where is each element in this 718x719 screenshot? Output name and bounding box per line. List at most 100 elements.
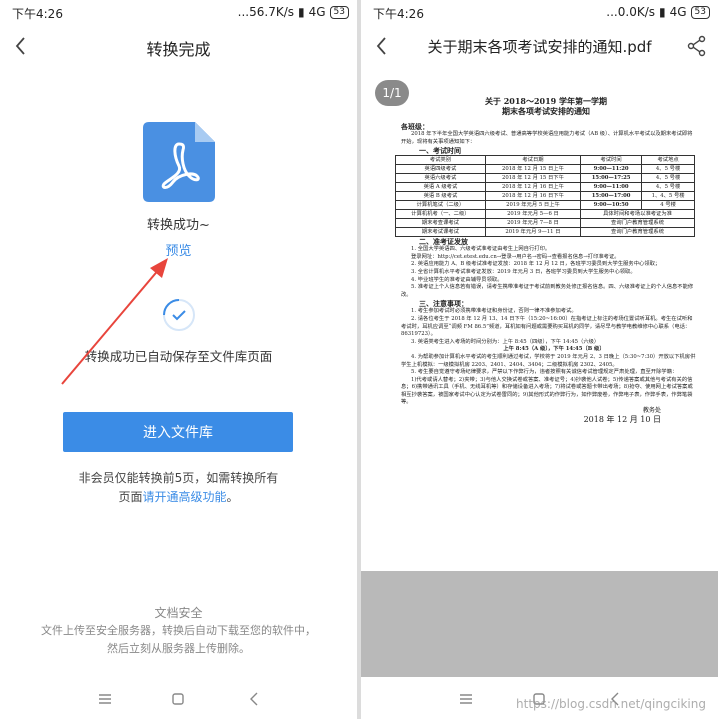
menu-icon[interactable] [456,689,476,709]
doc-paragraph: 3. 全省计算机水平考试准考证发放：2019 年元月 3 日，各班学习委员到大学… [411,268,636,275]
table-header: 考试日期 [484,155,582,166]
network-speed: ...0.0K/s [606,5,655,19]
table-cell: 2019 年元月 7—8 日 [484,218,582,229]
table-cell: 计算机机考（一、二级） [395,209,486,220]
status-time: 下午4:26 [373,7,424,21]
security-line2: 然后立刻从服务器上传删除。 [107,642,250,655]
table-cell: 具体时间和考场以准考证为准 [580,209,695,220]
pdf-viewer-screen: 下午4:26 ...0.0K/s ▮ 4G 53 关于期末各项考试安排的通知.p… [361,0,718,719]
member-notice-line2: 页面请开通高级功能。 [30,488,327,507]
doc-paragraph: 上午 8:45（A 级），下午 14:45（B 级） [503,346,605,353]
check-circle-icon [163,299,195,331]
battery-icon: 53 [690,5,710,19]
security-title: 文档安全 [154,606,203,620]
app-bar: 转换完成 [0,26,357,66]
doc-paragraph: 1)代考或请人替考；2)夹带；3)与他人交换试卷或答案、准考证号；4)抄袭他人试… [401,376,693,406]
doc-title-line2: 期末各项考试安排的通知 [502,106,590,116]
table-cell: 2019 年元月 5—6 日 [484,209,582,220]
table-cell: 计算机笔试（二级） [395,200,486,211]
table-cell: 英语 A 级考试 [395,182,486,193]
doc-paragraph: 1. 考生参加考试时必须携带准考证和身份证，否则一律不准参加考试。 [411,308,577,315]
table-row: 计算机机考（一、二级） 2019 年元月 5—6 日 具体时间和考场以准考证为准 [395,209,695,220]
doc-paragraph: 1. 全国大学英语四、六级考试准考证由考生上网自行打印。 [411,246,551,253]
table-cell: 英语四级考试 [395,164,486,175]
doc-greeting: 各班级： [401,122,429,131]
page-title: 转换完成 [146,40,211,59]
doc-section-2: 二、准考证发放 [419,237,468,247]
doc-date: 2018 年 12 月 10 日 [583,415,661,425]
doc-section-1: 一、考试时间 [419,146,461,156]
doc-paragraph: 5. 准考证上个人信息若有错误，请考生携带准考证于考试前到教务处修正报名信息。四… [401,284,694,298]
table-cell: 9:00—10:50 [580,200,643,211]
enter-library-button[interactable]: 进入文件库 [63,412,293,452]
share-icon[interactable] [686,34,708,58]
table-cell: 1、4、5 号楼 [641,191,695,202]
table-cell: 英语六级考试 [395,173,486,184]
table-cell: 15:00—17:00 [580,191,643,202]
table-cell: 4、5 号楼 [641,173,695,184]
table-row: 英语六级考试 2018 年 12 月 15 日下午 15:00—17:25 4、… [395,173,695,184]
preview-link[interactable]: 预览 [0,240,357,259]
table-cell: 2018 年 12 月 16 日下午 [484,191,582,202]
table-cell: 期末考查课考试 [395,218,486,229]
table-row: 英语 A 级考试 2018 年 12 月 16 日上午 9:00—11:00 4… [395,182,695,193]
battery-icon: 53 [329,5,349,19]
member-notice-line1: 非会员仅能转换前5页，如需转换所有 [78,471,279,485]
table-cell: 2019 年元月 9—11 日 [484,227,582,238]
doc-paragraph: 2. 英语应用能力 A、B 级考试准考证发放：2018 年 12 月 12 日，… [411,261,661,268]
system-navigation-bar [0,677,357,719]
table-row: 期末考查课考试 2019 年元月 7—8 日 查询门户教育管理系统 [395,218,695,229]
table-row: 期末考试课考试 2019 年元月 9—11 日 查询门户教育管理系统 [395,227,695,238]
saved-message: 转换成功已自动保存至文件库页面 [84,349,273,364]
doc-paragraph: 4. 为帮助参加计算机水平考试的考生顺利通过考试，学校将于 2019 年元月 2… [401,353,696,368]
table-cell: 期末考试课考试 [395,227,486,238]
table-header: 考试类别 [395,155,486,166]
doc-section-3: 三、注意事项： [419,299,468,309]
table-cell: 15:00—17:25 [580,173,643,184]
table-cell: 查询门户教育管理系统 [580,218,695,229]
status-bar: 下午4:26 ...56.7K/s ▮ 4G 53 [0,0,357,24]
pdf-file-icon [143,122,215,202]
document-content: 关于 2018～2019 学年第一学期 期末各项考试安排的通知 各班级： 201… [391,96,701,425]
pdf-page: 1/1 关于 2018～2019 学年第一学期 期末各项考试安排的通知 各班级：… [361,66,718,571]
system-navigation-bar: https://blog.csdn.net/qingciking [361,677,718,719]
security-description: 文件上传至安全服务器，转换后自动下载至您的软件中， 然后立刻从服务器上传删除。 [30,622,327,658]
doc-paragraph: 5. 考生要自觉遵守考场纪律要求，严禁以下作弊行为，违者按照有关诚信考试管理规定… [411,369,678,376]
status-time: 下午4:26 [12,7,63,21]
table-cell: 2018 年 12 月 15 日上午 [484,164,582,175]
table-cell: 4、5 号楼 [641,182,695,193]
exam-schedule-table: 考试类别 考试日期 考试时间 考试地点 英语四级考试 2018 年 12 月 1… [395,155,695,238]
back-icon[interactable] [244,689,264,709]
table-cell: 2019 年元月 5 日上午 [484,200,582,211]
upgrade-link[interactable]: 请开通高级功能 [142,490,226,504]
conversion-complete-screen: 下午4:26 ...56.7K/s ▮ 4G 53 转换完成 转换成功~ 预览 … [0,0,357,719]
doc-signature: 教务处 [642,407,661,415]
table-cell: 9:00—11:00 [580,182,643,193]
table-cell: 2018 年 12 月 16 日上午 [484,182,582,193]
member-prefix: 页面 [118,490,143,504]
security-line1: 文件上传至安全服务器，转换后自动下载至您的软件中， [41,624,316,637]
signal-label: 4G [669,5,687,19]
document-title: 关于期末各项考试安排的通知.pdf [427,38,652,56]
table-row: 英语四级考试 2018 年 12 月 15 日上午 9:00—11:20 4、5… [395,164,695,175]
member-notice: 非会员仅能转换前5页，如需转换所有 页面请开通高级功能。 [30,469,327,507]
status-bar: 下午4:26 ...0.0K/s ▮ 4G 53 [361,0,718,24]
home-icon[interactable] [168,689,188,709]
table-cell: 英语 B 级考试 [395,191,486,202]
signal-label: 4G [308,5,326,19]
table-cell: 4 号楼 [641,200,695,211]
table-row: 英语 B 级考试 2018 年 12 月 16 日下午 15:00—17:00 … [395,191,695,202]
table-cell: 查询门户教育管理系统 [580,227,695,238]
network-speed: ...56.7K/s [237,5,294,19]
table-header: 考试地点 [641,155,695,166]
doc-title-line1: 关于 2018～2019 学年第一学期 [484,96,608,106]
table-row: 计算机笔试（二级） 2019 年元月 5 日上午 9:00—10:50 4 号楼 [395,200,695,211]
success-message: 转换成功~ [147,218,210,233]
table-cell: 2018 年 12 月 15 日下午 [484,173,582,184]
doc-intro: 2018 年下半年全国大学英语四六级考试、普通高等学校英语应用能力考试（AB 级… [401,131,693,145]
menu-icon[interactable] [95,689,115,709]
signal-icon: ▮ [659,5,666,19]
table-cell: 9:00—11:20 [580,164,643,175]
pdf-viewport[interactable]: 1/1 关于 2018～2019 学年第一学期 期末各项考试安排的通知 各班级：… [361,66,718,677]
member-suffix: 。 [226,490,239,504]
